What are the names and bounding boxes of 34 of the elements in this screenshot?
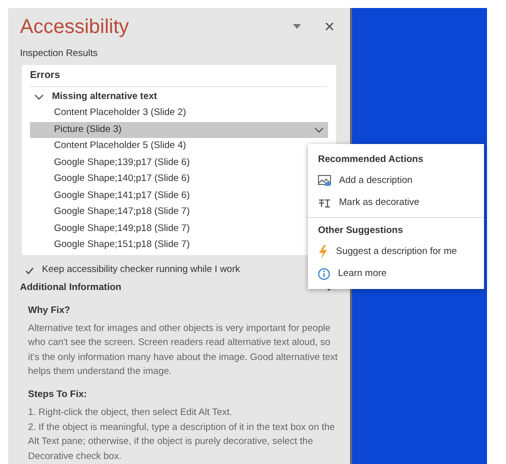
menu-heading: Other Suggestions [317, 224, 404, 238]
menu-item[interactable]: Learn more [308, 263, 484, 285]
info-text: 2. If the object is meaningful, type a description of it in the text box on the Alt Text pane; otherwise, if the object is purely decorative, select the Decorative check box. [28, 420, 336, 464]
menu-heading: Recommended Actions [317, 153, 424, 167]
close-button[interactable] [325, 22, 334, 32]
list-item[interactable]: Google Shape;140;p17 (Slide 6) [30, 171, 190, 188]
checkbox[interactable] [24, 265, 34, 276]
info-text: 1. Right-click the object, then select Edit Alt Text. [28, 406, 234, 420]
menu-item[interactable]: Mark as decorative [308, 192, 484, 214]
info-icon [318, 268, 330, 280]
pane-title: Accessibility [20, 15, 130, 39]
list-item[interactable]: Content Placeholder 5 (Slide 4) [30, 138, 186, 155]
lightning-icon [318, 245, 328, 259]
list-item[interactable]: Google Shape;147;p18 (Slide 7) [30, 204, 190, 221]
group-label[interactable]: Missing alternative text [52, 90, 158, 104]
menu-item[interactable]: Suggest a description for me [308, 241, 484, 263]
chevron-icon[interactable] [34, 92, 44, 102]
list-item[interactable]: Content Placeholder 3 (Slide 2) [30, 105, 186, 122]
dropdown-chevron-icon[interactable] [314, 125, 324, 135]
section-heading: Additional Information [20, 281, 122, 296]
section-label: Inspection Results [20, 47, 99, 61]
list-item[interactable]: Picture (Slide 3) [30, 122, 328, 138]
list-item[interactable]: Google Shape;141;p17 (Slide 6) [30, 188, 190, 204]
list-item[interactable]: Google Shape;139;p17 (Slide 6) [30, 154, 190, 172]
list-item[interactable]: Google Shape;149;p18 (Slide 7) [30, 220, 190, 238]
list-heading: Errors [30, 69, 328, 88]
text-icon [318, 198, 331, 208]
picture-icon [318, 175, 331, 187]
info-text: Alternative text for images and other objects is very important for people who can't see the screen. Screen readers read alternative text aloud, so it's the only information many have about the image. Good alternative text helps them understand the image. [28, 322, 338, 380]
info-heading: Steps To Fix: [28, 388, 88, 402]
info-heading: Why Fix? [28, 304, 72, 318]
checkbox-label[interactable]: Keep accessibility checker running while I work [42, 263, 240, 278]
list-item[interactable]: Google Shape;151;p18 (Slide 7) [30, 237, 190, 254]
menu-item[interactable]: Add a description [308, 170, 484, 192]
